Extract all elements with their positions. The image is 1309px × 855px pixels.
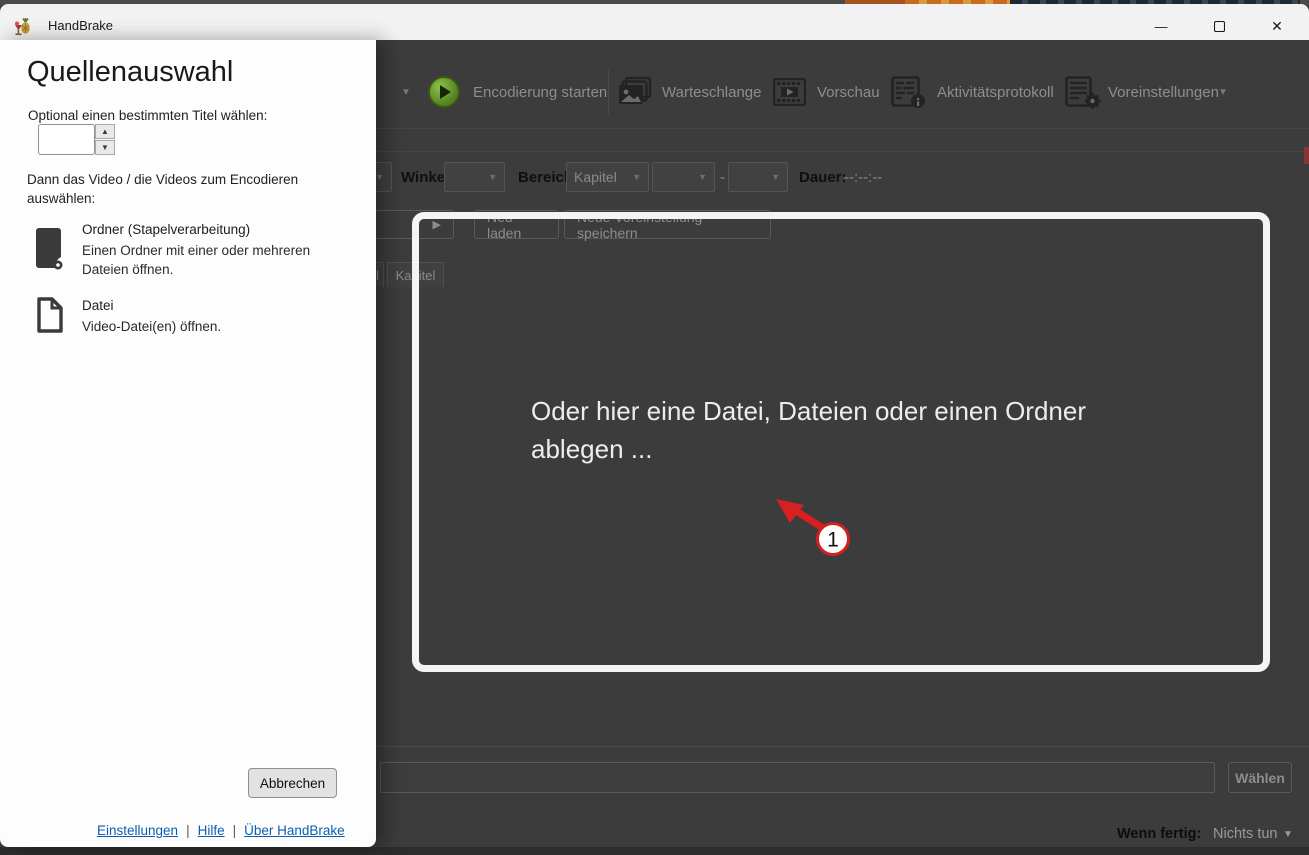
file-drop-zone[interactable]: Oder hier eine Datei, Dateien oder einen…: [412, 212, 1270, 672]
angle-dropdown[interactable]: ▼: [444, 162, 505, 192]
annotation-arrow-1: 1: [776, 499, 850, 556]
choose-video-label: Dann das Video / die Videos zum Encodier…: [27, 172, 299, 206]
source-selection-panel: Quellenauswahl Optional einen bestimmten…: [0, 40, 376, 847]
optional-title-label: Optional einen bestimmten Titel wählen:: [28, 108, 268, 123]
link-separator: |: [186, 823, 190, 838]
start-encode-button[interactable]: Encodierung starten: [473, 84, 607, 101]
folder-option-title: Ordner (Stapelverarbeitung): [82, 222, 251, 237]
duration-label: Dauer:: [799, 169, 847, 186]
open-folder-option[interactable]: Ordner (Stapelverarbeitung) Einen Ordner…: [0, 220, 376, 290]
panel-footer-links: Einstellungen | Hilfe | Über HandBrake: [97, 823, 345, 838]
cancel-button[interactable]: Abbrechen: [248, 768, 337, 798]
title-spin-up-button[interactable]: ▲: [95, 124, 115, 139]
source-group-divider: [376, 151, 1309, 152]
destination-path-input[interactable]: [380, 762, 1215, 793]
title-number-input[interactable]: [38, 124, 95, 155]
handbrake-app-icon: [13, 17, 32, 36]
duration-value: --:--:--: [844, 169, 883, 186]
window-title: HandBrake: [48, 18, 114, 33]
maximize-button[interactable]: [1196, 10, 1242, 42]
when-done-chevron-icon[interactable]: ▼: [1283, 829, 1293, 840]
toolbar-separator: [608, 70, 609, 114]
close-button[interactable]: ✕: [1254, 10, 1300, 42]
choose-destination-button[interactable]: Wählen: [1228, 762, 1292, 793]
presets-chevron-icon[interactable]: ▼: [1218, 87, 1228, 98]
about-link[interactable]: Über HandBrake: [244, 823, 345, 838]
activity-log-button[interactable]: Aktivitätsprotokoll: [937, 84, 1054, 101]
settings-link[interactable]: Einstellungen: [97, 823, 178, 838]
window-bottom-strip: [0, 847, 1309, 855]
when-done-label: Wenn fertig:: [1117, 826, 1202, 842]
file-option-title: Datei: [82, 298, 114, 313]
drop-zone-text: Oder hier eine Datei, Dateien oder einen…: [531, 396, 1086, 464]
help-link[interactable]: Hilfe: [198, 823, 225, 838]
minimize-button[interactable]: —: [1138, 10, 1184, 42]
annotation-number: 1: [827, 529, 839, 552]
panel-title: Quellenauswahl: [27, 56, 234, 88]
activity-log-icon[interactable]: [891, 76, 927, 114]
presets-icon[interactable]: [1065, 76, 1101, 114]
queue-icon[interactable]: [617, 76, 654, 113]
preview-button[interactable]: Vorschau: [817, 84, 880, 101]
presets-button[interactable]: Voreinstellungen: [1108, 84, 1219, 101]
start-encode-icon[interactable]: [428, 76, 460, 108]
open-file-option[interactable]: Datei Video-Datei(en) öffnen.: [0, 295, 376, 345]
link-separator: |: [232, 823, 237, 838]
range-separator: -: [720, 169, 725, 186]
file-icon: [37, 297, 63, 338]
content-bottom-divider: [376, 746, 1309, 747]
range-type-dropdown[interactable]: Kapitel ▼: [566, 162, 649, 192]
background-artifact: [1304, 147, 1309, 164]
folder-batch-icon: [36, 228, 64, 277]
range-end-dropdown[interactable]: ▼: [728, 162, 788, 192]
title-spin-down-button[interactable]: ▼: [95, 140, 115, 155]
open-source-chevron-icon[interactable]: ▼: [401, 87, 411, 98]
range-start-dropdown[interactable]: ▼: [652, 162, 715, 192]
file-option-description: Video-Datei(en) öffnen.: [82, 319, 222, 334]
preview-icon[interactable]: [772, 77, 807, 111]
queue-button[interactable]: Warteschlange: [662, 84, 762, 101]
titlebar: HandBrake — ✕: [0, 4, 1309, 40]
when-done-dropdown[interactable]: Nichts tun: [1213, 826, 1277, 842]
folder-option-description: Einen Ordner mit einer oder mehreren Dat…: [82, 243, 311, 277]
